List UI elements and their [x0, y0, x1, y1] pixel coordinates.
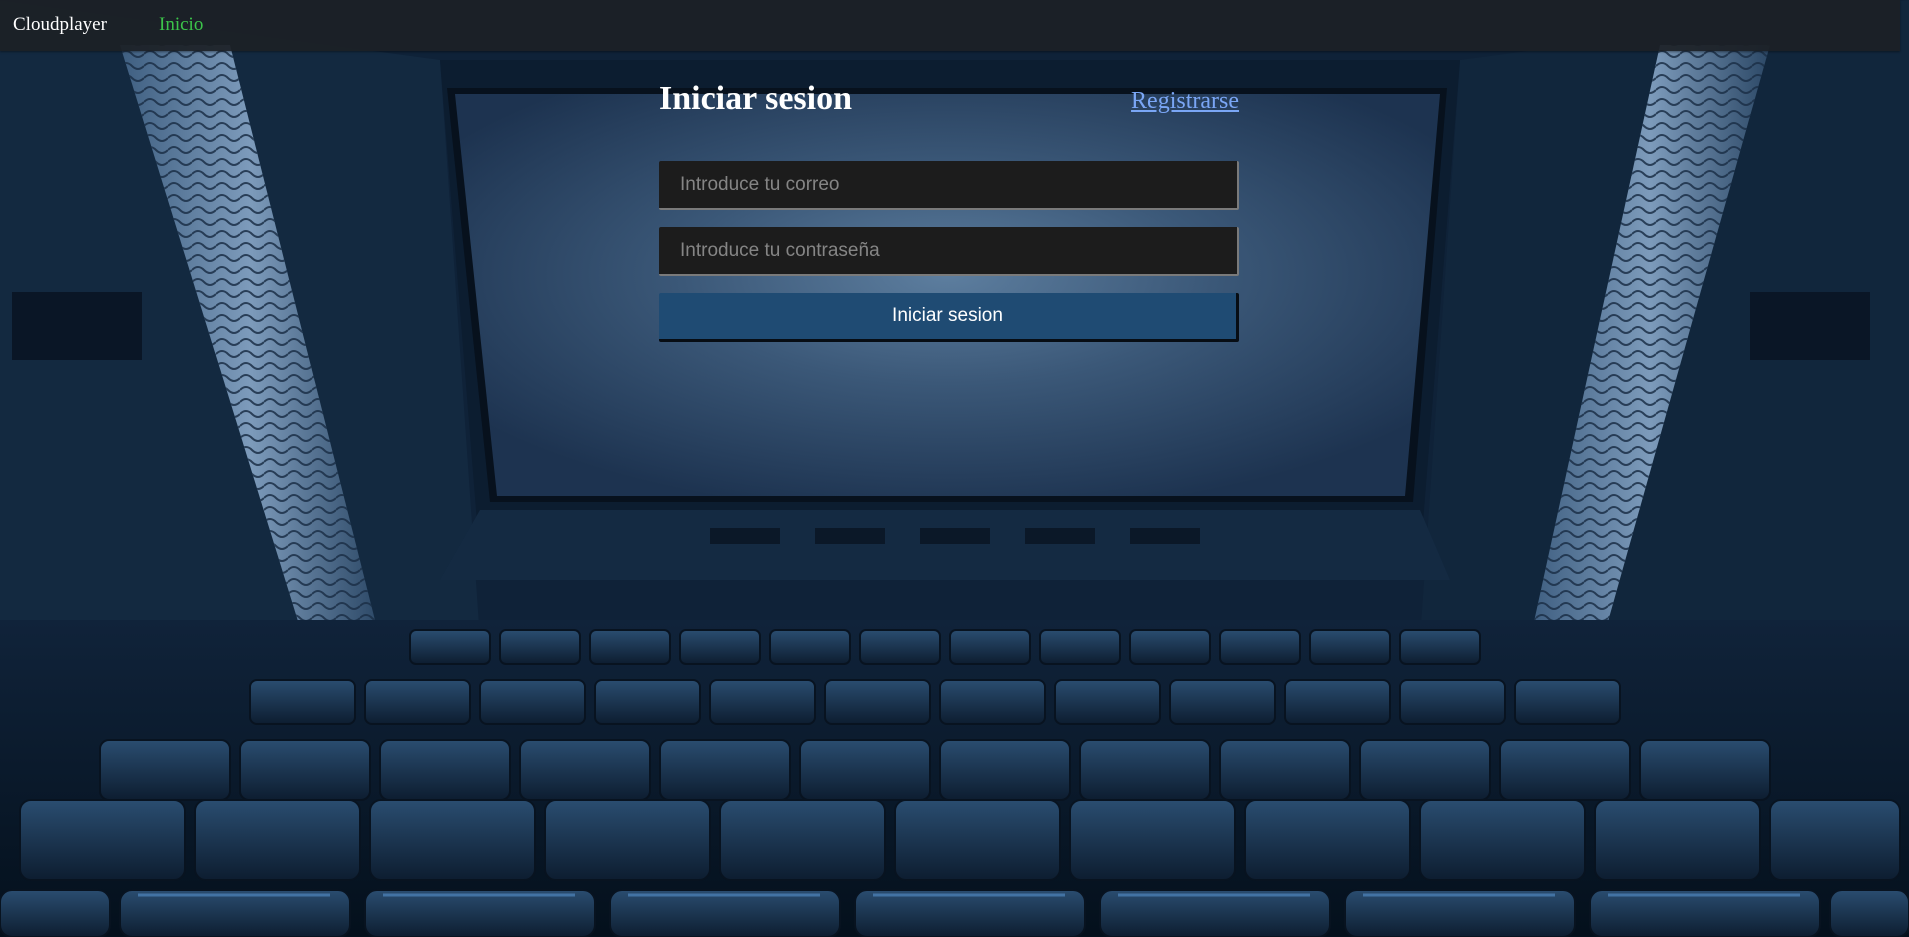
nav-link-inicio[interactable]: Inicio [159, 14, 203, 36]
register-link[interactable]: Registrarse [1131, 88, 1239, 115]
top-navbar: Cloudplayer Inicio [0, 0, 1900, 51]
login-title: Iniciar sesion [659, 80, 853, 117]
email-input[interactable] [659, 161, 1239, 210]
page: Cloudplayer Inicio Iniciar sesion Regist… [0, 0, 1909, 937]
login-submit-button[interactable]: Iniciar sesion [659, 293, 1239, 342]
brand-link[interactable]: Cloudplayer [13, 14, 107, 36]
cinema-background-image [0, 0, 1909, 937]
password-input[interactable] [659, 227, 1239, 276]
